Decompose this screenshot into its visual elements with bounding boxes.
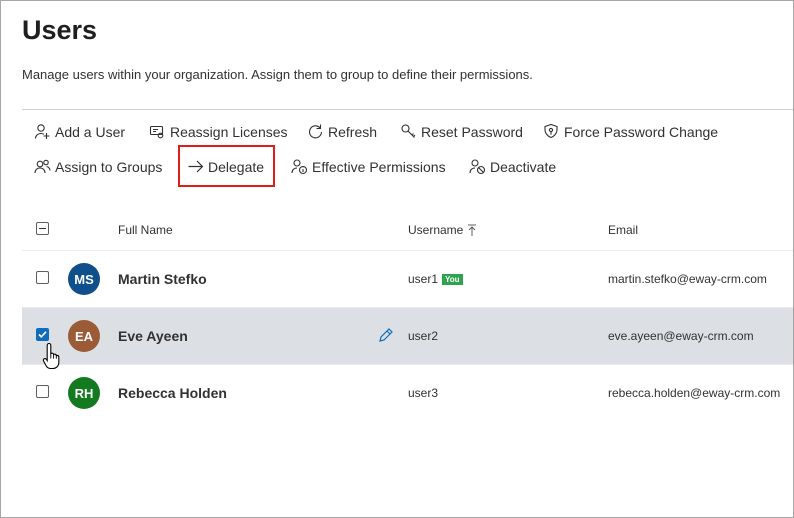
username-cell: user2 — [408, 329, 439, 343]
avatar: RH — [68, 377, 100, 409]
deactivate-button[interactable]: Deactivate — [469, 158, 556, 175]
add-person-icon — [34, 123, 51, 140]
user-full-name: Martin Stefko — [118, 271, 207, 287]
effective-permissions-button[interactable]: Effective Permissions — [291, 158, 446, 175]
assign-to-groups-button[interactable]: Assign to Groups — [34, 158, 162, 175]
column-header-full-name[interactable]: Full Name — [118, 223, 173, 237]
deactivate-label: Deactivate — [490, 158, 557, 175]
shield-key-icon — [543, 123, 560, 140]
username-cell: user3 — [408, 386, 439, 400]
person-info-icon — [291, 158, 308, 175]
table-row[interactable]: MS Martin Stefko user1 You martin.stefko@… — [22, 250, 793, 307]
add-user-label: Add a User — [55, 123, 126, 140]
group-icon — [34, 158, 51, 175]
table-row[interactable]: EA Eve Ayeen user2 eve.ayeen@eway-crm.co… — [22, 307, 793, 364]
row-checkbox[interactable] — [36, 271, 49, 284]
force-password-change-button[interactable]: Force Password Change — [543, 123, 718, 140]
reset-password-button[interactable]: Reset Password — [400, 123, 523, 140]
add-user-button[interactable]: Add a User — [34, 123, 125, 140]
select-all-checkbox[interactable] — [36, 222, 49, 235]
table-row[interactable]: RH Rebecca Holden user3 rebecca.holden@e… — [22, 364, 793, 421]
you-badge: You — [442, 274, 463, 285]
column-header-username[interactable]: Username — [408, 223, 477, 237]
page-title: Users — [22, 15, 98, 45]
refresh-label: Refresh — [328, 123, 378, 140]
row-checkbox[interactable] — [36, 385, 49, 398]
checkmark-icon — [38, 331, 47, 338]
sort-ascending-icon — [468, 224, 477, 236]
email-cell: martin.stefko@eway-crm.com — [608, 272, 767, 286]
username-header-label: Username — [408, 223, 464, 237]
email-cell: eve.ayeen@eway-crm.com — [608, 329, 754, 343]
avatar: MS — [68, 263, 100, 295]
row-checkbox-checked[interactable] — [36, 328, 49, 341]
force-password-change-label: Force Password Change — [564, 123, 719, 140]
assign-to-groups-label: Assign to Groups — [55, 158, 163, 175]
username-cell: user1 You — [408, 272, 463, 286]
reassign-licenses-button[interactable]: Reassign Licenses — [149, 123, 288, 140]
refresh-icon — [307, 123, 324, 140]
key-icon — [400, 123, 417, 140]
avatar: EA — [68, 320, 100, 352]
users-panel: Users Manage users within your organizat… — [0, 0, 794, 518]
license-icon — [149, 123, 166, 140]
reset-password-label: Reset Password — [421, 123, 523, 140]
user-full-name: Eve Ayeen — [118, 328, 188, 344]
effective-permissions-label: Effective Permissions — [312, 158, 446, 175]
page-description: Manage users within your organization. A… — [22, 67, 533, 82]
divider — [22, 109, 793, 110]
username-text: user1 — [408, 272, 439, 286]
user-full-name: Rebecca Holden — [118, 385, 227, 401]
delegate-highlight-box — [178, 145, 275, 187]
column-header-email[interactable]: Email — [608, 223, 638, 237]
person-blocked-icon — [469, 158, 486, 175]
refresh-button[interactable]: Refresh — [307, 123, 377, 140]
hand-pointer-cursor-icon — [42, 342, 60, 370]
reassign-licenses-label: Reassign Licenses — [170, 123, 288, 140]
edit-pencil-icon[interactable] — [377, 327, 394, 344]
email-cell: rebecca.holden@eway-crm.com — [608, 386, 781, 400]
